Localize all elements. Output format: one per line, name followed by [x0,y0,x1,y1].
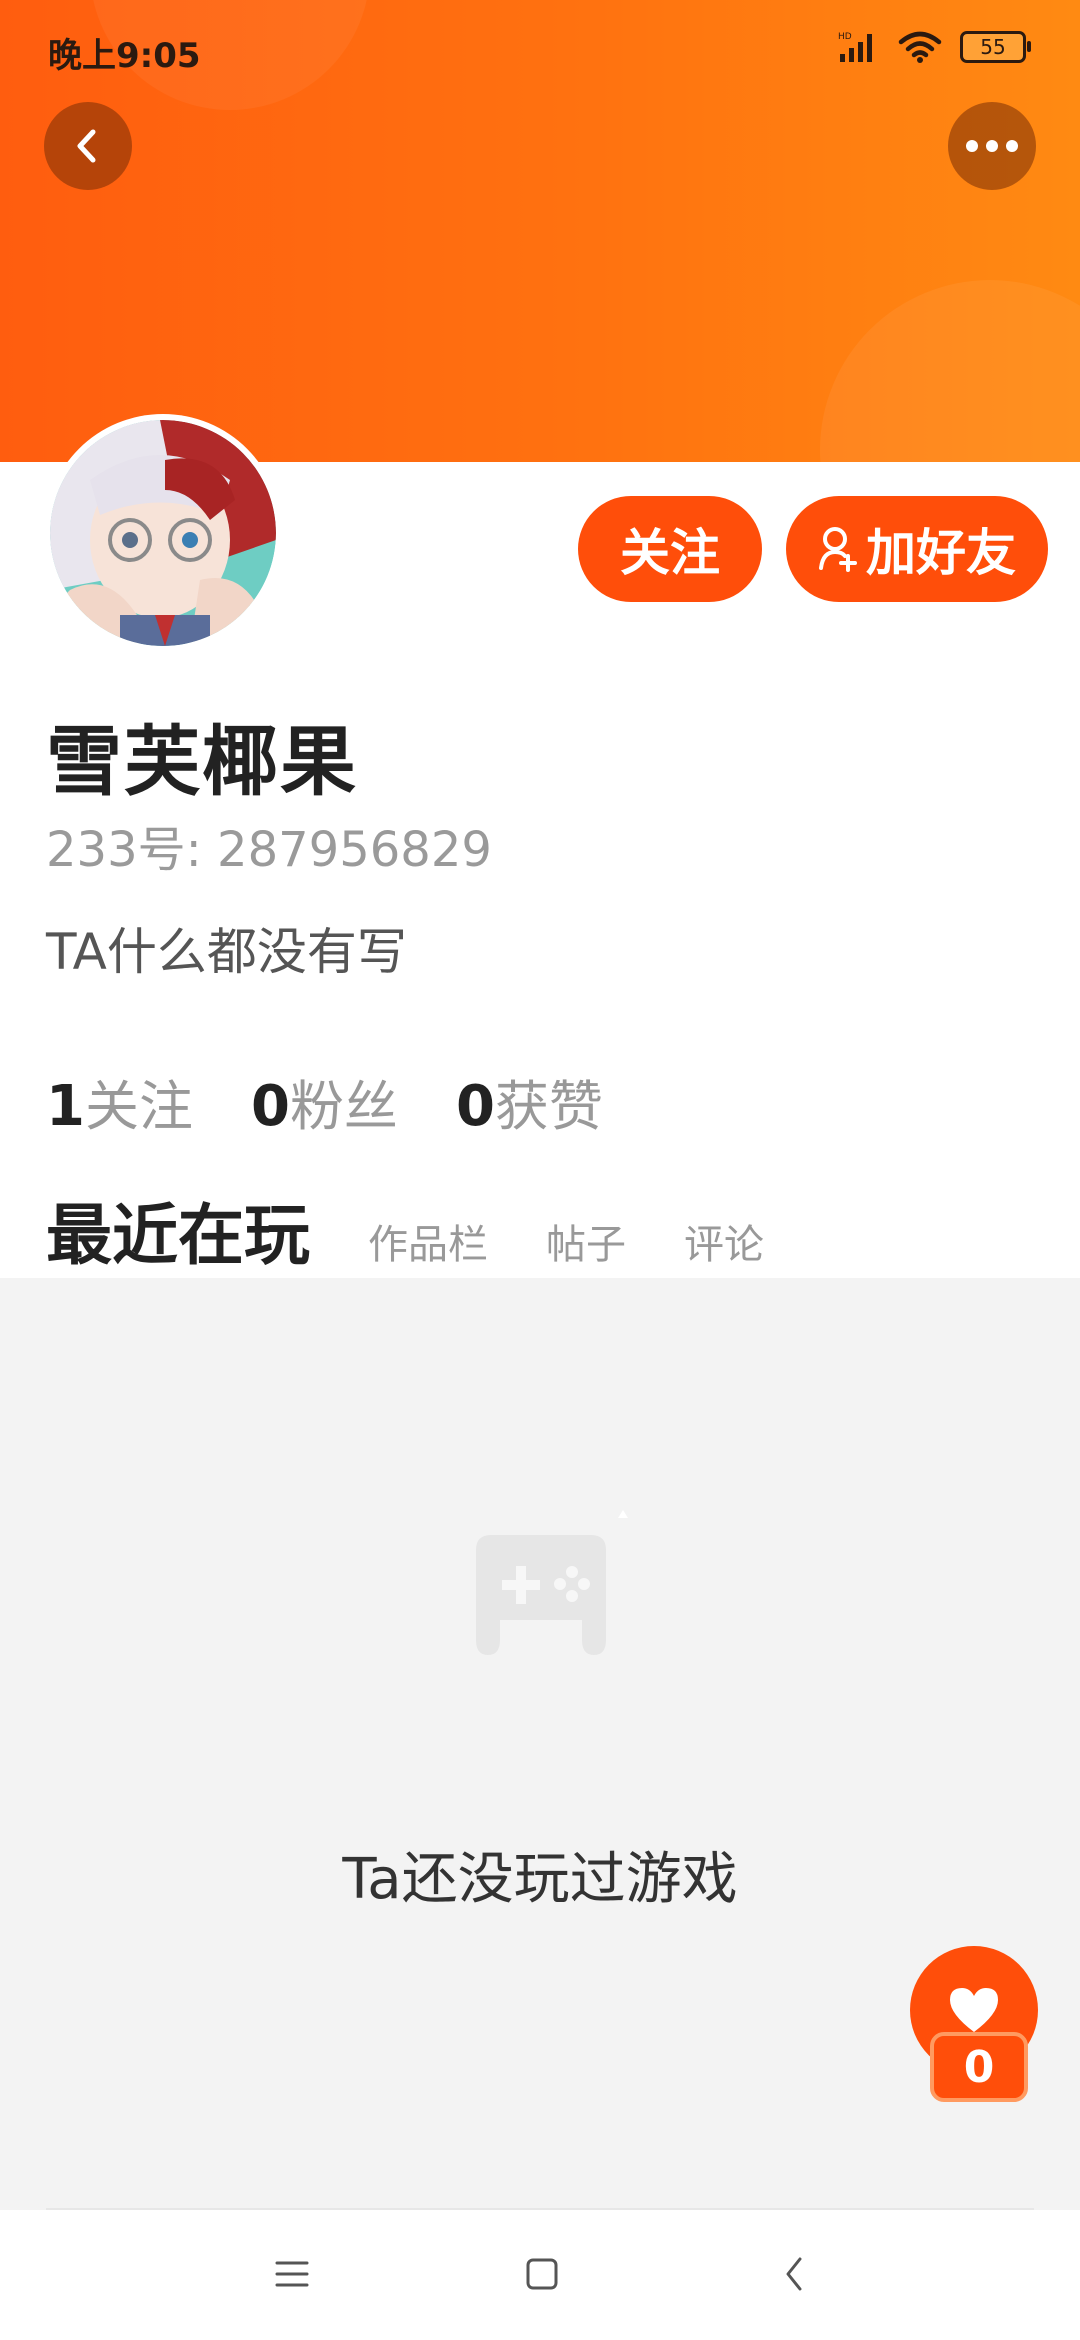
profile-bio: TA什么都没有写 [46,923,407,981]
status-time: 晚上9:05 [48,36,201,76]
avatar-image [50,420,276,646]
signal-icon: HD [838,32,872,62]
tab-content [0,1278,1080,2210]
stat-value: 1 [46,1074,85,1139]
gamepad-icon [476,1510,628,1655]
nav-home-button[interactable] [512,2244,572,2304]
user-plus-icon [819,527,857,572]
stat-label: 获赞 [494,1075,603,1138]
add-friend-button[interactable]: 加好友 [786,496,1048,602]
nav-menu-button[interactable] [262,2244,322,2304]
add-friend-label: 加好友 [866,524,1016,582]
status-icons: HD 55 [838,30,1031,64]
svg-text:HD: HD [838,32,852,42]
tab-posts[interactable]: 帖子 [546,1212,626,1270]
follow-button[interactable]: 关注 [578,496,762,602]
stat-label: 粉丝 [289,1075,398,1138]
chevron-left-icon [786,2257,802,2291]
wifi-icon [898,31,942,63]
stat-following[interactable]: 1关注 [46,1062,193,1141]
like-count: 0 [930,2032,1028,2102]
back-button[interactable] [44,102,132,190]
menu-icon [275,2261,309,2287]
heart-icon [950,1988,998,2032]
stat-fans[interactable]: 0粉丝 [251,1062,398,1141]
tab-works[interactable]: 作品栏 [368,1212,488,1270]
profile-name: 雪芙椰果 [46,717,358,806]
profile-banner: 晚上9:05 HD 55 [0,0,1080,462]
stat-label: 关注 [84,1075,193,1138]
nav-back-button[interactable] [764,2244,824,2304]
tab-comments[interactable]: 评论 [684,1212,764,1270]
stat-likes[interactable]: 0获赞 [456,1062,603,1141]
stat-value: 0 [250,1074,290,1139]
battery-indicator: 55 [960,31,1031,63]
system-navbar [0,2210,1080,2340]
banner-decoration [820,280,1080,462]
more-button[interactable] [948,102,1036,190]
home-square-icon [526,2258,558,2290]
empty-state-text: Ta还没玩过游戏 [342,1847,738,1912]
tab-recent-games[interactable]: 最近在玩 [46,1182,310,1300]
profile-id[interactable]: 233号: 287956829 [46,810,492,880]
follow-label: 关注 [620,524,720,582]
profile-tabs: 最近在玩 作品栏 帖子 评论 [46,1182,822,1300]
avatar[interactable] [50,420,276,646]
stat-value: 0 [455,1074,495,1139]
battery-level: 55 [980,35,1006,59]
profile-stats: 1关注 0粉丝 0获赞 [46,1062,603,1141]
more-horizontal-icon [966,140,1018,152]
chevron-left-icon [77,129,96,163]
